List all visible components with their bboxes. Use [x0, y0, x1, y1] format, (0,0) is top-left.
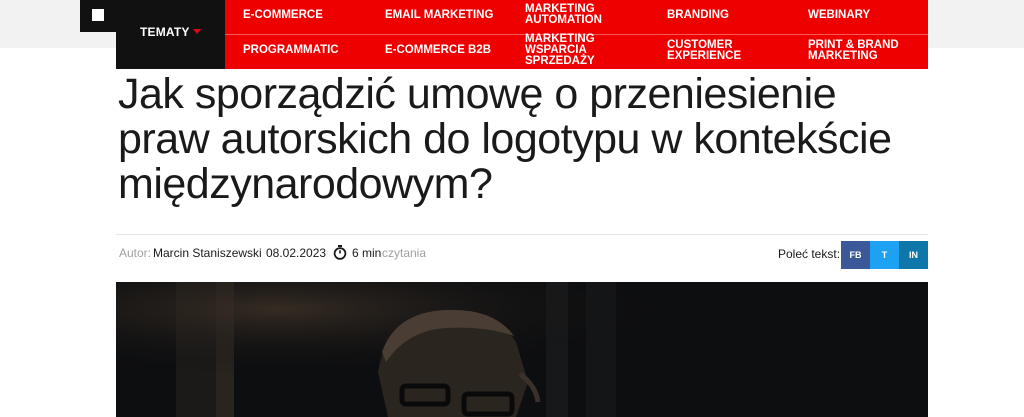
divider	[116, 234, 928, 235]
read-time: 6 min	[352, 246, 382, 260]
chevron-down-icon[interactable]	[193, 29, 201, 34]
publish-date: 08.02.2023	[266, 246, 327, 260]
nav-item-marketing-wsparcia-sprzedazy[interactable]: MARKETING WSPARCIA SPRZEDAŻY	[525, 33, 595, 67]
nav-item-programmatic[interactable]: PROGRAMMATIC	[243, 44, 339, 56]
topics-label[interactable]: TEMATY	[140, 25, 190, 39]
nav-item-webinary[interactable]: WEBINARY	[808, 9, 870, 21]
share-facebook-button[interactable]: FB	[841, 241, 870, 269]
article-title: Jak sporządzić umowę o przeniesienie pra…	[118, 70, 892, 208]
author-link[interactable]: Marcin Staniszewski	[153, 246, 262, 260]
nav-item-e-commerce-b2b[interactable]: E-COMMERCE B2B	[385, 44, 491, 56]
hero-image	[116, 282, 928, 417]
stopwatch-icon	[333, 245, 347, 260]
nav-item-print-brand-marketing[interactable]: PRINT & BRAND MARKETING	[808, 39, 899, 62]
nav-item-branding[interactable]: BRANDING	[667, 9, 729, 21]
nav-item-email-marketing[interactable]: EMAIL MARKETING	[385, 9, 493, 21]
menu-square-icon[interactable]	[92, 9, 104, 21]
nav-item-customer-experience[interactable]: CUSTOMER EXPERIENCE	[667, 39, 741, 62]
share-twitter-button[interactable]: T	[870, 241, 899, 269]
share-label: Poleć tekst:	[778, 247, 841, 261]
author-label: Autor:	[119, 246, 152, 260]
read-time-suffix: czytania	[382, 246, 427, 260]
share-linkedin-button[interactable]: IN	[899, 241, 928, 269]
nav-item-e-commerce[interactable]: E-COMMERCE	[243, 9, 323, 21]
nav-item-marketing-automation[interactable]: MARKETING AUTOMATION	[525, 3, 602, 26]
